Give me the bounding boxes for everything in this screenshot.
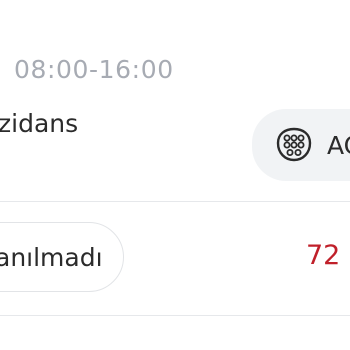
station-card: 08:00-16:00 zidans AC anılmadı 72 bbox=[0, 0, 350, 350]
opening-hours: 08:00-16:00 bbox=[14, 55, 174, 84]
connector-chip[interactable]: AC bbox=[252, 109, 350, 181]
divider bbox=[0, 315, 350, 316]
connector-label: AC bbox=[327, 130, 350, 160]
ev-plug-icon bbox=[276, 127, 312, 162]
status-label: anılmadı bbox=[0, 243, 103, 272]
status-count: 72 bbox=[306, 240, 341, 271]
divider bbox=[0, 201, 350, 202]
station-name: zidans bbox=[0, 109, 79, 138]
status-filter-pill[interactable]: anılmadı bbox=[0, 222, 124, 292]
